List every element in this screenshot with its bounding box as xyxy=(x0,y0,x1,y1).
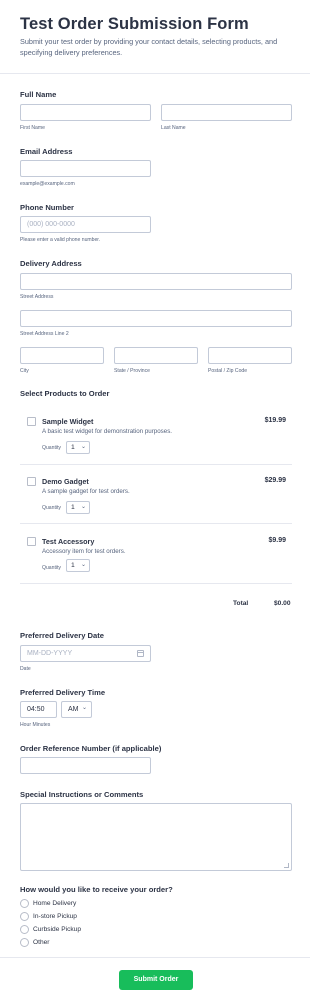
ampm-select[interactable]: AM ⌄ xyxy=(61,701,92,718)
chevron-down-icon: ⌄ xyxy=(80,444,86,450)
time-value: 04:50 xyxy=(27,706,45,713)
product-description: Accessory item for test orders. xyxy=(42,548,126,555)
form-subtitle: Submit your test order by providing your… xyxy=(20,37,278,57)
time-sublabel: Hour Minutes xyxy=(20,722,51,728)
product-name: Sample Widget xyxy=(42,417,94,426)
state-sublabel: State / Province xyxy=(114,368,150,374)
phone-placeholder: (000) 000-0000 xyxy=(27,221,75,228)
delivery-date-input[interactable]: MM-DD-YYYY xyxy=(20,645,151,662)
state-input[interactable] xyxy=(114,347,198,364)
quantity-value: 1 xyxy=(71,562,75,569)
product-item-demo-gadget: Demo Gadget $29.99 A sample gadget for t… xyxy=(20,468,292,528)
total-value: $0.00 xyxy=(274,600,291,607)
product-divider xyxy=(20,464,292,465)
zip-sublabel: Postal / Zip Code xyxy=(208,368,248,374)
phone-sublabel: Please enter a valid phone number. xyxy=(20,237,101,243)
product-item-sample-widget: Sample Widget $19.99 A basic test widget… xyxy=(20,408,292,468)
product-name: Test Accessory xyxy=(42,537,95,546)
date-placeholder: MM-DD-YYYY xyxy=(27,650,73,657)
street-address-line2-sublabel: Street Address Line 2 xyxy=(20,331,69,337)
delivery-time-label: Preferred Delivery Time xyxy=(20,688,106,697)
delivery-date-label: Preferred Delivery Date xyxy=(20,631,104,640)
quantity-label: Quantity xyxy=(42,445,61,451)
product-item-test-accessory: Test Accessory $9.99 Accessory item for … xyxy=(20,528,292,588)
product-description: A basic test widget for demonstration pu… xyxy=(42,428,173,435)
radio-button[interactable] xyxy=(20,938,29,947)
radio-label: Other xyxy=(33,939,50,946)
phone-input[interactable]: (000) 000-0000 xyxy=(20,216,151,233)
date-sublabel: Date xyxy=(20,666,31,672)
full-name-label: Full Name xyxy=(20,90,57,99)
email-label: Email Address xyxy=(20,147,73,156)
product-price: $9.99 xyxy=(268,537,286,544)
submit-order-button[interactable]: Submit Order xyxy=(119,970,193,990)
radio-button[interactable] xyxy=(20,899,29,908)
chevron-down-icon: ⌄ xyxy=(81,705,87,711)
order-reference-input[interactable] xyxy=(20,757,151,774)
time-input[interactable]: 04:50 xyxy=(20,701,57,718)
email-input[interactable] xyxy=(20,160,151,177)
quantity-value: 1 xyxy=(71,444,75,451)
product-divider xyxy=(20,523,292,524)
radio-button[interactable] xyxy=(20,912,29,921)
quantity-select[interactable]: 1 ⌄ xyxy=(66,559,90,572)
street-address-line2-input[interactable] xyxy=(20,310,292,327)
product-divider xyxy=(20,583,292,584)
product-price: $19.99 xyxy=(264,417,286,424)
product-description: A sample gadget for test orders. xyxy=(42,488,130,495)
quantity-select[interactable]: 1 ⌄ xyxy=(66,441,90,454)
footer-divider xyxy=(0,957,310,958)
city-sublabel: City xyxy=(20,368,29,374)
street-address-input[interactable] xyxy=(20,273,292,290)
resize-grip-icon[interactable] xyxy=(284,863,289,868)
street-address-sublabel: Street Address xyxy=(20,294,54,300)
first-name-input[interactable] xyxy=(20,104,151,121)
product-checkbox[interactable] xyxy=(27,417,36,426)
quantity-select[interactable]: 1 ⌄ xyxy=(66,501,90,514)
instructions-label: Special Instructions or Comments xyxy=(20,790,144,799)
radio-label: In-store Pickup xyxy=(33,913,77,920)
ampm-value: AM xyxy=(68,706,79,713)
radio-button[interactable] xyxy=(20,925,29,934)
products-label: Select Products to Order xyxy=(20,389,110,398)
quantity-label: Quantity xyxy=(42,505,61,511)
chevron-down-icon: ⌄ xyxy=(80,504,86,510)
last-name-input[interactable] xyxy=(161,104,292,121)
receive-method-label: How would you like to receive your order… xyxy=(20,885,173,894)
form-header: Test Order Submission Form Submit your t… xyxy=(0,0,310,74)
product-checkbox[interactable] xyxy=(27,477,36,486)
address-label: Delivery Address xyxy=(20,259,82,268)
zip-input[interactable] xyxy=(208,347,292,364)
first-name-sublabel: First Name xyxy=(20,125,45,131)
product-name: Demo Gadget xyxy=(42,477,89,486)
city-input[interactable] xyxy=(20,347,104,364)
order-reference-label: Order Reference Number (if applicable) xyxy=(20,744,162,753)
form-title: Test Order Submission Form xyxy=(20,15,249,33)
chevron-down-icon: ⌄ xyxy=(80,562,86,568)
radio-label: Home Delivery xyxy=(33,900,77,907)
quantity-value: 1 xyxy=(71,504,75,511)
radio-label: Curbside Pickup xyxy=(33,926,82,933)
product-checkbox[interactable] xyxy=(27,537,36,546)
calendar-icon[interactable] xyxy=(137,650,144,657)
product-price: $29.99 xyxy=(264,477,286,484)
instructions-textarea[interactable] xyxy=(20,803,292,871)
total-label: Total xyxy=(233,600,249,607)
last-name-sublabel: Last Name xyxy=(161,125,186,131)
quantity-label: Quantity xyxy=(42,565,61,571)
phone-label: Phone Number xyxy=(20,203,75,212)
email-sublabel: example@example.com xyxy=(20,181,75,187)
